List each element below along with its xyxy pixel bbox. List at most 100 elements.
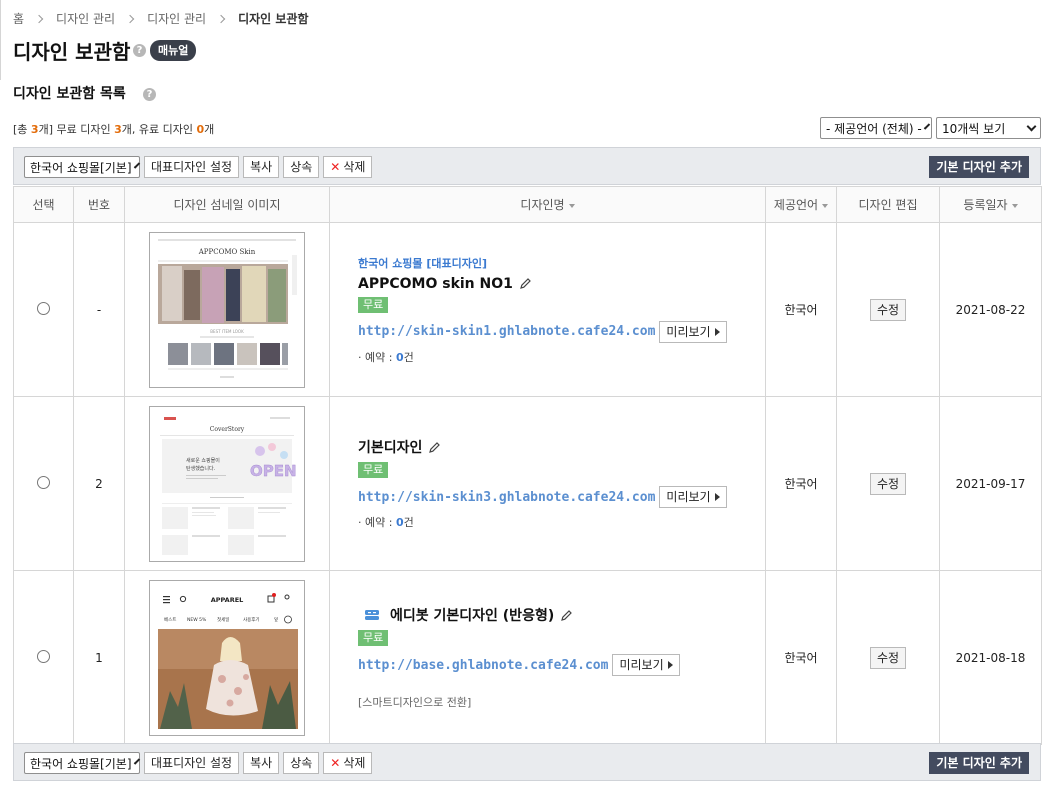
design-thumbnail[interactable]: APPCOMO Skin BEST ITEM LOOK bbox=[149, 231, 305, 388]
table-header-row: 선택 번호 디자인 섬네일 이미지 디자인명 제공언어 디자인 편집 등록일자 bbox=[13, 186, 1042, 223]
svg-text:NEW 5%: NEW 5% bbox=[187, 617, 207, 623]
free-badge: 무료 bbox=[358, 296, 389, 313]
toolbar-bottom: 한국어 쇼핑몰[기본] 대표디자인 설정 복사 상속 ✕ 삭제 기본 디자인 추가 bbox=[13, 743, 1041, 781]
date-cell: 2021-09-17 bbox=[939, 396, 1042, 571]
summary-counts: [총 3개] 무료 디자인 3개, 유료 디자인 0개 bbox=[13, 123, 215, 136]
breadcrumb-home[interactable]: 홈 bbox=[13, 10, 24, 27]
chevron-right-icon bbox=[34, 14, 44, 23]
column-edit: 디자인 편집 bbox=[836, 186, 940, 223]
inherit-button[interactable]: 상속 bbox=[283, 752, 320, 774]
pencil-icon[interactable] bbox=[519, 277, 532, 290]
sort-icon bbox=[1011, 203, 1018, 208]
svg-text:사용후기: 사용후기 bbox=[243, 616, 260, 623]
column-date[interactable]: 등록일자 bbox=[939, 186, 1042, 223]
mall-select[interactable]: 한국어 쇼핑몰[기본] bbox=[24, 156, 140, 178]
thumbnail-image: APPCOMO Skin BEST ITEM LOOK bbox=[150, 232, 304, 387]
page-title: 디자인 보관함 bbox=[13, 40, 131, 64]
help-icon[interactable]: ? bbox=[133, 44, 146, 57]
copy-button[interactable]: 복사 bbox=[243, 752, 280, 774]
url-line: http://skin-skin3.ghlabnote.cafe24.com 미… bbox=[358, 486, 765, 508]
svg-text:새로운 쇼핑몰이: 새로운 쇼핑몰이 bbox=[186, 457, 220, 464]
design-thumbnail[interactable]: APPAREL 베스트 NEW 5% 첫세일 사용후기 잎 bbox=[149, 579, 305, 736]
copy-button[interactable]: 복사 bbox=[243, 156, 280, 178]
thumbnail-cell: APPAREL 베스트 NEW 5% 첫세일 사용후기 잎 bbox=[124, 570, 330, 745]
preview-button[interactable]: 미리보기 bbox=[612, 654, 680, 676]
number-cell: 1 bbox=[73, 570, 125, 745]
preview-button[interactable]: 미리보기 bbox=[659, 320, 727, 343]
preview-button[interactable]: 미리보기 bbox=[659, 486, 727, 508]
breadcrumb-current: 디자인 보관함 bbox=[238, 12, 309, 26]
smart-design-convert-link[interactable]: [스마트디자인으로 전환] bbox=[358, 694, 765, 710]
language-cell: 한국어 bbox=[765, 396, 837, 571]
design-name: 에디봇 기본디자인 (반응형) bbox=[358, 605, 765, 625]
svg-text:잎: 잎 bbox=[274, 616, 278, 623]
add-default-design-button[interactable]: 기본 디자인 추가 bbox=[929, 752, 1029, 774]
paid-count: 0 bbox=[196, 123, 205, 136]
row-radio[interactable] bbox=[37, 301, 50, 315]
number-cell: - bbox=[73, 222, 125, 397]
close-icon: ✕ bbox=[330, 160, 341, 174]
row-radio[interactable] bbox=[37, 649, 50, 663]
url-line: http://base.ghlabnote.cafe24.com 미리보기 bbox=[358, 654, 765, 676]
breadcrumb-design-manage[interactable]: 디자인 관리 bbox=[56, 10, 115, 27]
column-select: 선택 bbox=[13, 186, 74, 223]
inherit-button[interactable]: 상속 bbox=[283, 156, 320, 178]
edit-button[interactable]: 수정 bbox=[869, 646, 907, 669]
free-badge: 무료 bbox=[358, 630, 389, 646]
table-row: 2 CoverStory 새로운 쇼핑몰이 탄생했습니다. OPEN 기본디자인… bbox=[13, 396, 1042, 571]
svg-text:베스트: 베스트 bbox=[164, 616, 176, 623]
manual-button[interactable]: 매뉴얼 bbox=[150, 40, 197, 61]
play-icon bbox=[714, 493, 720, 501]
thumbnail-cell: APPCOMO Skin BEST ITEM LOOK bbox=[124, 222, 330, 397]
date-cell: 2021-08-22 bbox=[939, 222, 1042, 397]
reservation-count[interactable]: 0 bbox=[396, 351, 404, 364]
reservation-line: · 예약 : 0건 bbox=[358, 350, 414, 364]
language-filter-select[interactable]: - 제공언어 (전체) - bbox=[820, 117, 932, 139]
number-cell: 2 bbox=[73, 396, 125, 571]
reservation-count[interactable]: 0 bbox=[396, 516, 404, 529]
reservation-line: · 예약 : 0건 bbox=[358, 516, 414, 529]
row-radio[interactable] bbox=[37, 475, 50, 489]
sort-icon bbox=[568, 203, 575, 208]
design-url-link[interactable]: http://base.ghlabnote.cafe24.com bbox=[358, 658, 608, 673]
edit-button[interactable]: 수정 bbox=[869, 298, 907, 321]
breadcrumb: 홈 디자인 관리 디자인 관리 디자인 보관함 bbox=[13, 10, 309, 27]
name-cell: 한국어 쇼핑몰 [대표디자인] APPCOMO skin NO1 무료 http… bbox=[329, 222, 766, 397]
design-thumbnail[interactable]: CoverStory 새로운 쇼핑몰이 탄생했습니다. OPEN bbox=[149, 405, 305, 562]
edit-cell: 수정 bbox=[836, 570, 940, 745]
thumbnail-image: CoverStory 새로운 쇼핑몰이 탄생했습니다. OPEN bbox=[150, 406, 304, 561]
url-line: http://skin-skin1.ghlabnote.cafe24.com 미… bbox=[358, 320, 765, 343]
edit-cell: 수정 bbox=[836, 396, 940, 571]
svg-text:APPAREL: APPAREL bbox=[211, 596, 244, 604]
mall-select[interactable]: 한국어 쇼핑몰[기본] bbox=[24, 752, 140, 774]
select-cell bbox=[13, 222, 74, 397]
design-url-link[interactable]: http://skin-skin1.ghlabnote.cafe24.com bbox=[358, 324, 655, 339]
table-row: 1 APPAREL 베스트 NEW 5% 첫세일 사용후기 잎 에디봇 기본디자… bbox=[13, 570, 1042, 745]
thumbnail-image: APPAREL 베스트 NEW 5% 첫세일 사용후기 잎 bbox=[150, 580, 304, 735]
help-icon[interactable]: ? bbox=[143, 88, 156, 101]
pencil-icon[interactable] bbox=[428, 441, 441, 454]
set-representative-button[interactable]: 대표디자인 설정 bbox=[144, 752, 240, 774]
sort-icon bbox=[822, 203, 829, 208]
thumbnail-cell: CoverStory 새로운 쇼핑몰이 탄생했습니다. OPEN bbox=[124, 396, 330, 571]
edit-button[interactable]: 수정 bbox=[869, 472, 907, 495]
column-design-name[interactable]: 디자인명 bbox=[329, 186, 766, 223]
name-cell: 에디봇 기본디자인 (반응형) 무료 http://base.ghlabnote… bbox=[329, 570, 766, 745]
free-badge: 무료 bbox=[358, 462, 389, 478]
add-default-design-button[interactable]: 기본 디자인 추가 bbox=[929, 156, 1029, 178]
breadcrumb-design-manage-sub[interactable]: 디자인 관리 bbox=[147, 10, 206, 27]
svg-text:OPEN: OPEN bbox=[250, 462, 297, 480]
column-language[interactable]: 제공언어 bbox=[765, 186, 837, 223]
representative-label: 한국어 쇼핑몰 [대표디자인] bbox=[358, 256, 488, 270]
chevron-right-icon bbox=[125, 14, 135, 23]
design-url-link[interactable]: http://skin-skin3.ghlabnote.cafe24.com bbox=[358, 490, 655, 505]
chevron-down-icon bbox=[133, 757, 140, 765]
edit-cell: 수정 bbox=[836, 222, 940, 397]
delete-button[interactable]: ✕ 삭제 bbox=[323, 156, 373, 178]
set-representative-button[interactable]: 대표디자인 설정 bbox=[144, 156, 240, 178]
section-title: 디자인 보관함 목록 bbox=[13, 86, 126, 102]
delete-button[interactable]: ✕ 삭제 bbox=[323, 752, 373, 774]
pencil-icon[interactable] bbox=[560, 609, 573, 622]
chevron-down-icon bbox=[133, 161, 140, 169]
per-page-select[interactable]: 10개씩 보기 bbox=[936, 117, 1041, 139]
